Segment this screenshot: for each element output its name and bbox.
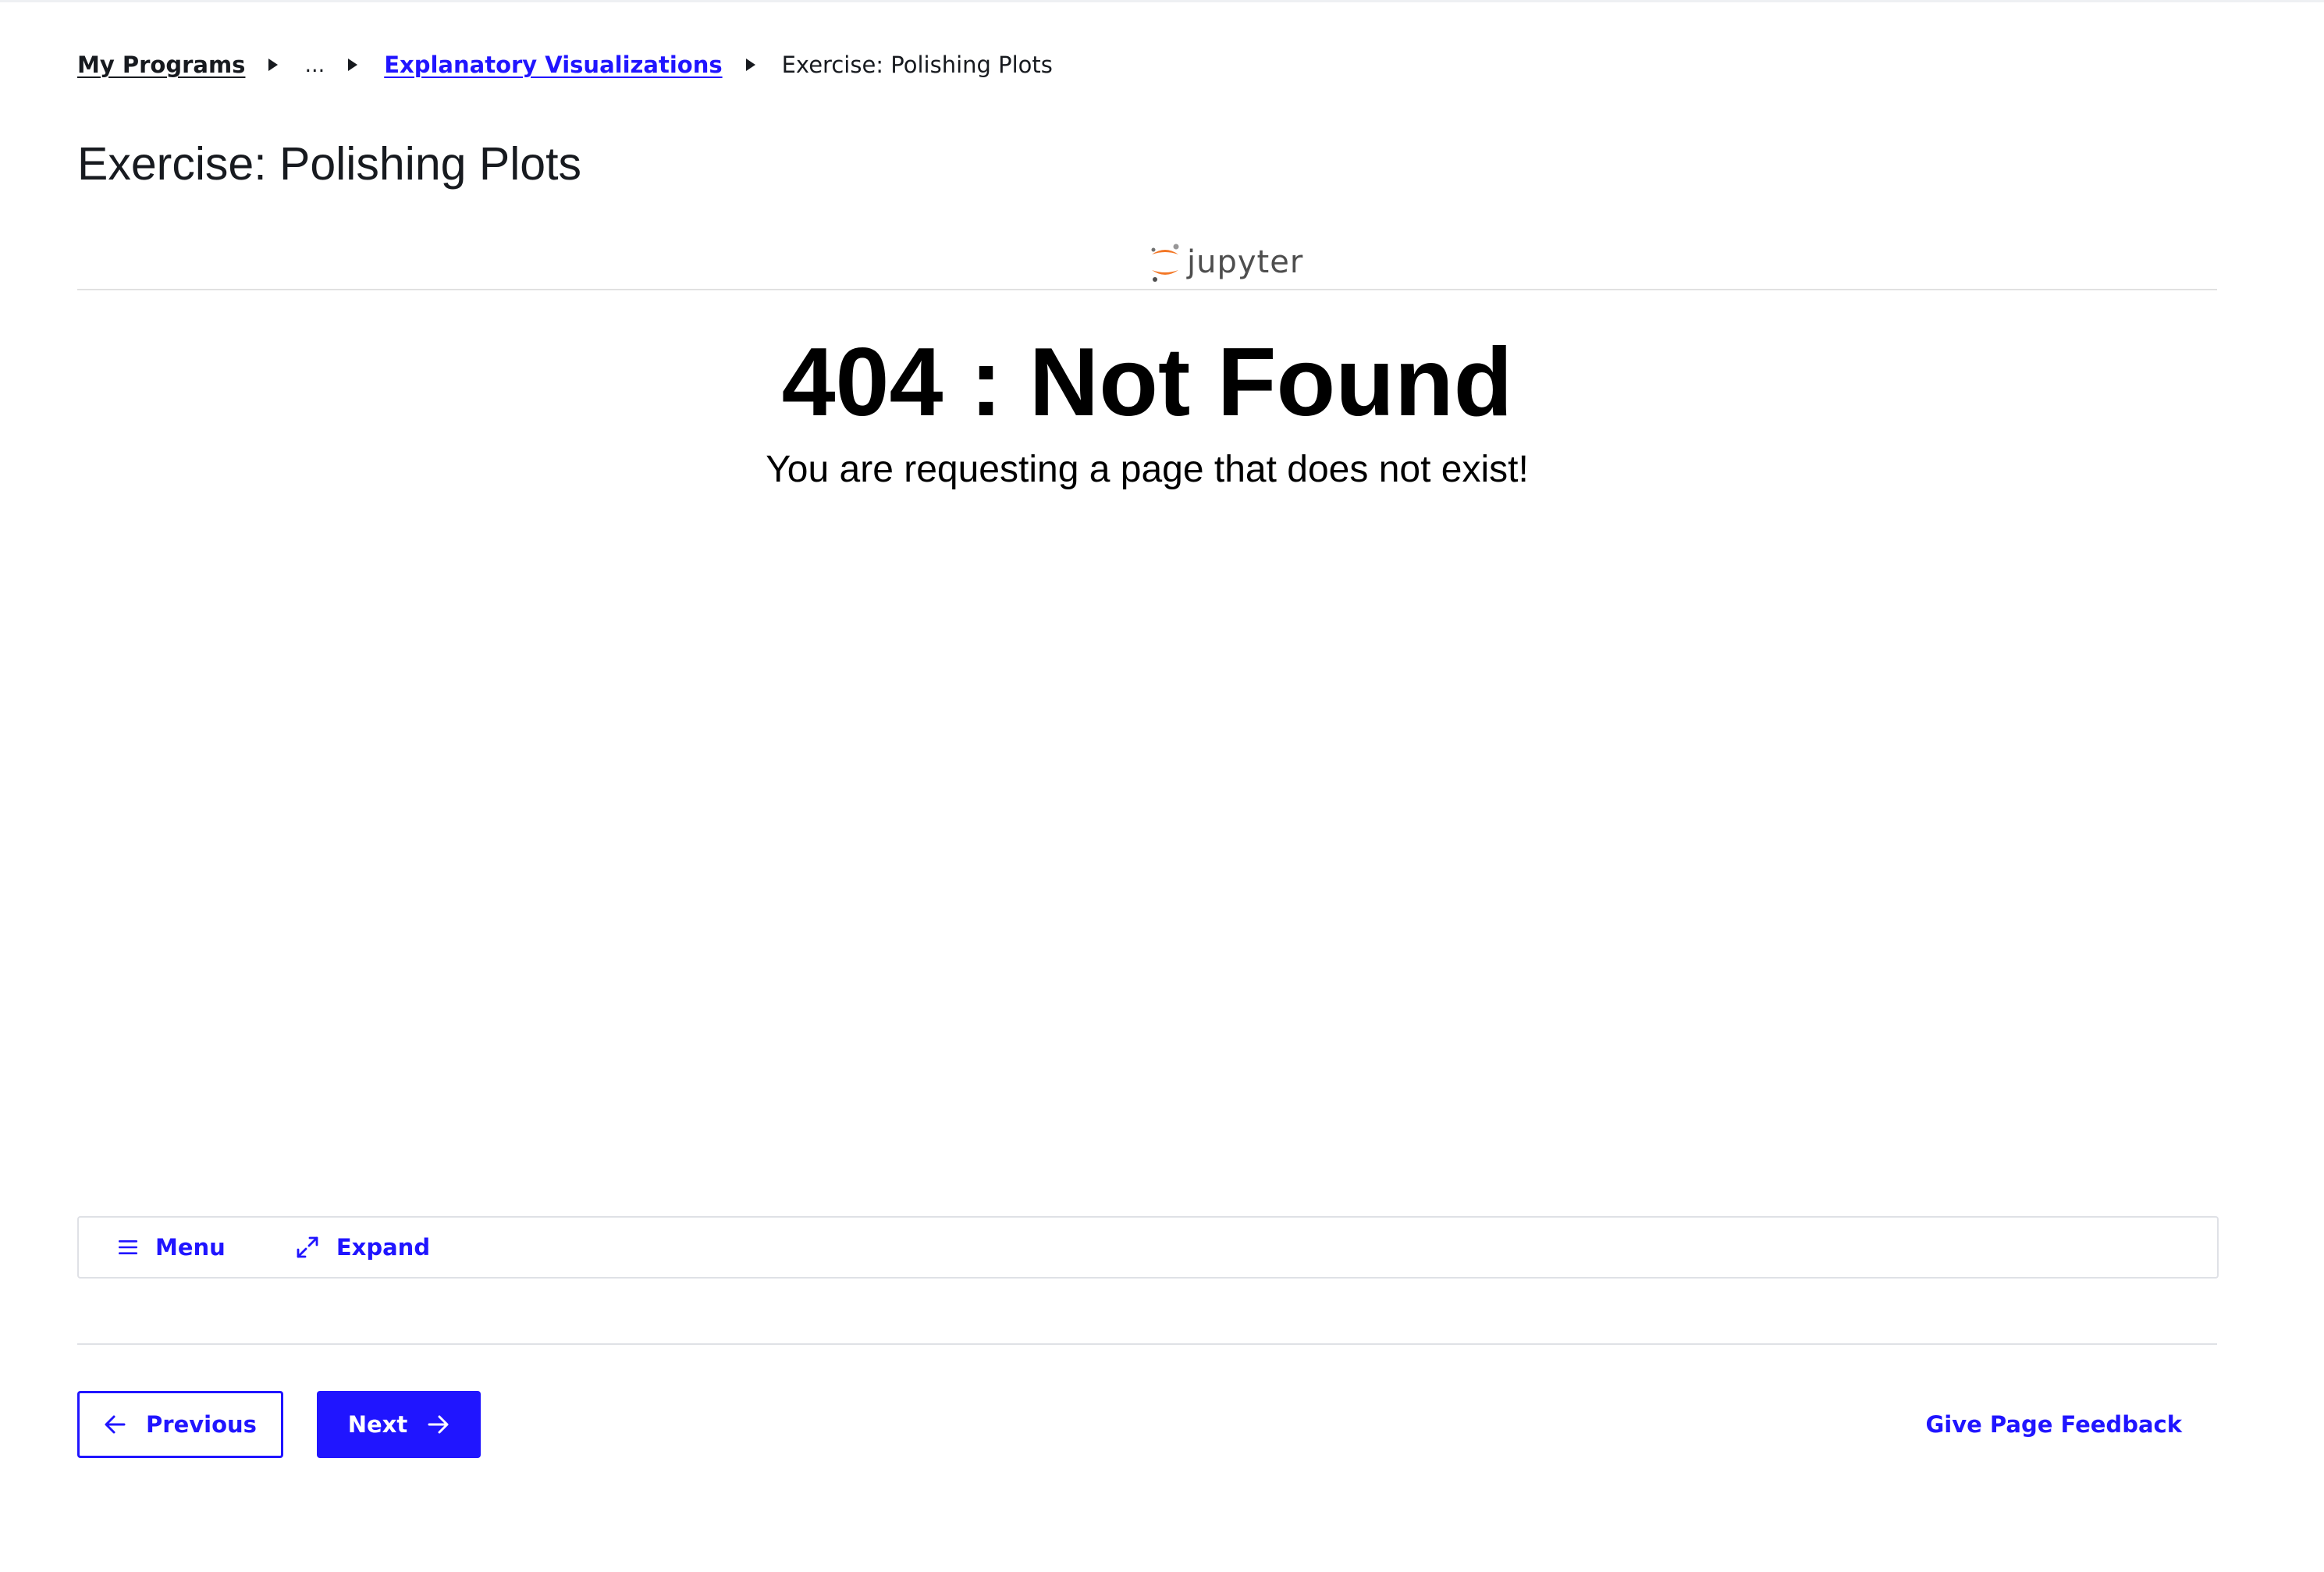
jupyter-logo-icon <box>1151 244 1179 282</box>
error-title: 404 : Not Found <box>781 329 1513 436</box>
workspace-toolbar: Menu Expand <box>77 1216 2219 1279</box>
expand-button[interactable]: Expand <box>296 1218 430 1277</box>
breadcrumb-separator-icon <box>348 59 358 71</box>
menu-button[interactable]: Menu <box>118 1218 226 1277</box>
breadcrumb-current: Exercise: Polishing Plots <box>781 52 1053 78</box>
breadcrumb-my-programs-link[interactable]: My Programs <box>77 52 245 78</box>
next-button-label: Next <box>347 1411 408 1438</box>
previous-button-label: Previous <box>146 1411 257 1438</box>
expand-arrows-icon <box>297 1236 318 1258</box>
breadcrumb: My Programs ... Explanatory Visualizatio… <box>77 48 1053 81</box>
breadcrumb-separator-icon <box>745 59 755 71</box>
arrow-left-icon <box>105 1415 126 1434</box>
top-divider <box>0 0 2324 2</box>
breadcrumb-ellipsis[interactable]: ... <box>304 53 325 77</box>
previous-button[interactable]: Previous <box>77 1391 283 1458</box>
error-message: You are requesting a page that does not … <box>766 449 1529 490</box>
give-page-feedback-link[interactable]: Give Page Feedback <box>1925 1407 2182 1442</box>
jupyter-wordmark: jupyter <box>1187 244 1304 280</box>
menu-button-label: Menu <box>155 1234 226 1261</box>
page-title: Exercise: Polishing Plots <box>77 138 582 190</box>
next-button[interactable]: Next <box>317 1391 481 1458</box>
jupyter-header: jupyter <box>77 234 2217 290</box>
expand-button-label: Expand <box>336 1234 431 1261</box>
jupyter-logo[interactable]: jupyter <box>1148 240 1303 284</box>
page: My Programs ... Explanatory Visualizatio… <box>0 0 2324 1572</box>
footer-divider <box>77 1343 2217 1345</box>
arrow-right-icon <box>428 1415 449 1434</box>
hamburger-icon <box>119 1240 137 1254</box>
breadcrumb-separator-icon <box>268 59 279 71</box>
breadcrumb-lesson-link[interactable]: Explanatory Visualizations <box>384 52 722 78</box>
